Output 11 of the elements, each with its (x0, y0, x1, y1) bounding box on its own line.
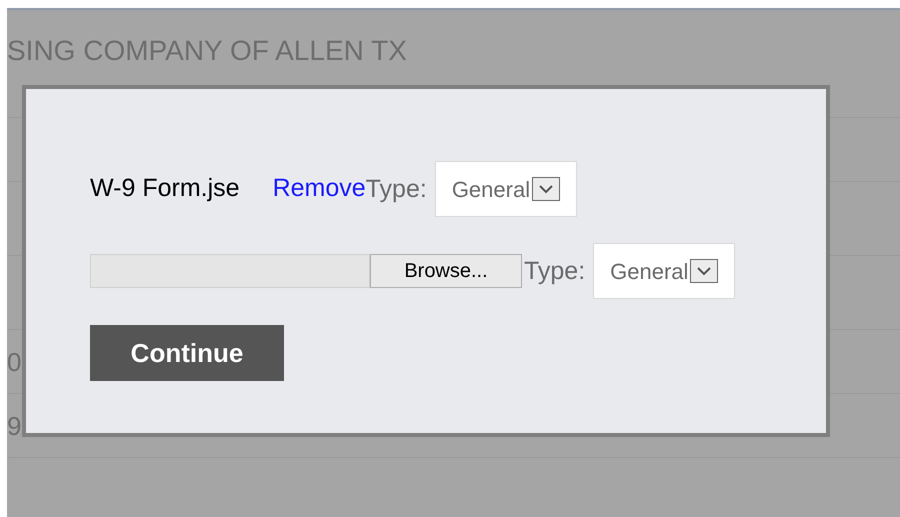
file-path-field[interactable] (90, 254, 370, 288)
type-select[interactable]: General (593, 243, 736, 299)
type-label: Type: (366, 176, 427, 202)
continue-button[interactable]: Continue (90, 325, 284, 381)
file-name: W-9 Form.jse (90, 173, 240, 204)
browse-button[interactable]: Browse... (370, 254, 522, 288)
chevron-down-icon (690, 259, 718, 283)
remove-link[interactable]: Remove (272, 170, 366, 208)
type-label: Type: (524, 258, 586, 284)
type-select[interactable]: General (434, 161, 578, 217)
chevron-down-icon (532, 177, 560, 201)
